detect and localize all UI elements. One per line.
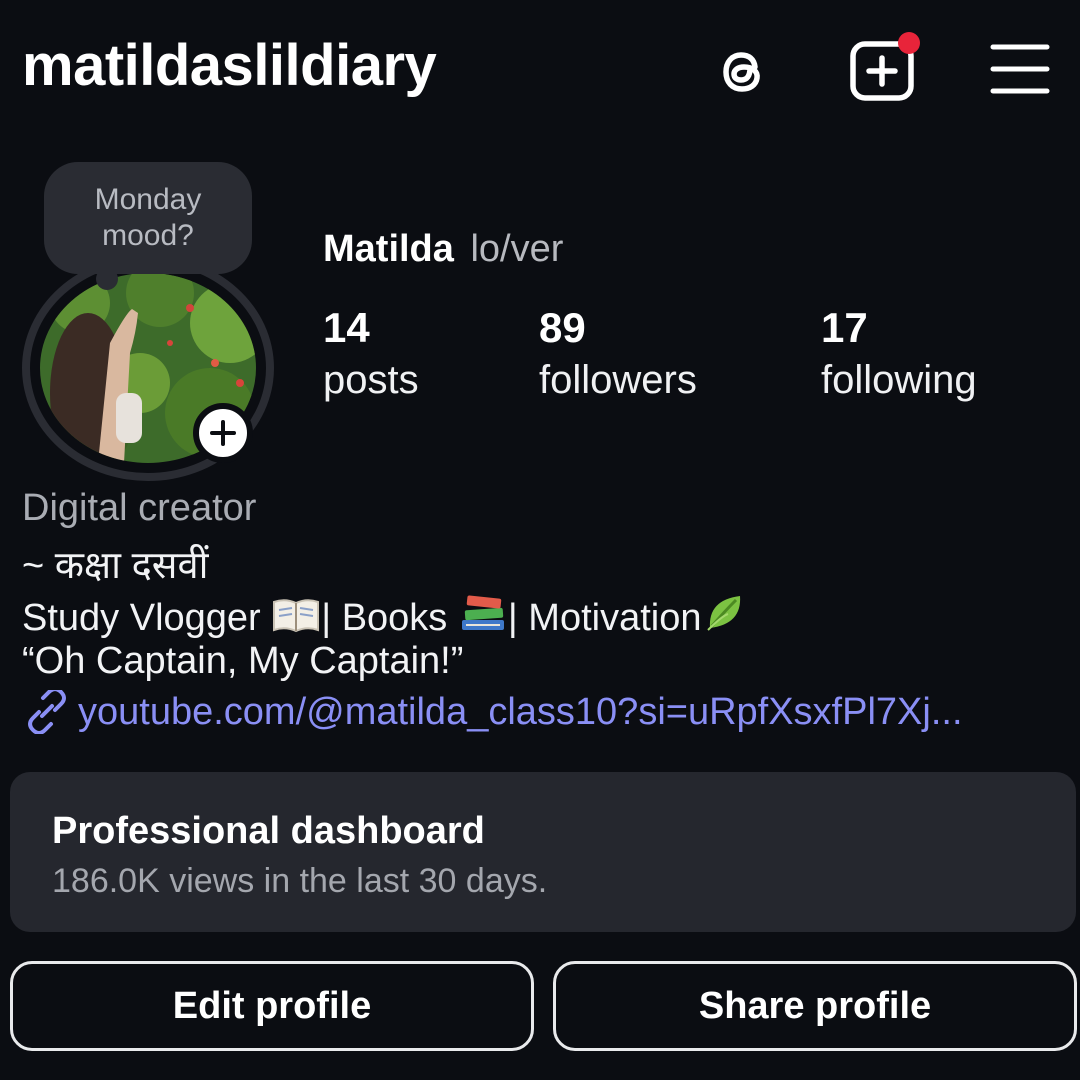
stat-following[interactable]: 17 following	[821, 306, 977, 410]
stat-label: posts	[323, 358, 419, 402]
stat-value: 89	[539, 304, 586, 351]
bio-text: | Books	[321, 597, 458, 639]
bio-text: Study Vlogger	[22, 597, 272, 639]
note-text: Monday mood?	[94, 183, 202, 252]
link-icon	[22, 690, 70, 734]
bio-text: | Motivation	[507, 597, 702, 639]
leaf-icon	[702, 590, 746, 644]
name-text: Matilda	[323, 228, 454, 270]
display-name: Matilda lo/ver	[323, 228, 563, 271]
stat-label: following	[821, 358, 977, 402]
dashboard-title: Professional dashboard	[52, 810, 485, 852]
note-bubble[interactable]: Monday mood?	[44, 162, 252, 274]
threads-icon[interactable]	[706, 36, 776, 106]
books-icon	[458, 592, 508, 644]
open-book-icon	[271, 596, 321, 644]
category-label: Digital creator	[22, 487, 257, 529]
link-text: youtube.com/@matilda_class10?si=uRpfXsxf…	[78, 690, 963, 733]
menu-icon[interactable]	[988, 40, 1052, 98]
username-title[interactable]: matildaslildiary	[22, 32, 437, 99]
dashboard-subtitle: 186.0K views in the last 30 days.	[52, 862, 548, 900]
pronouns-text: lo/ver	[470, 228, 564, 270]
create-post-icon[interactable]	[846, 32, 920, 104]
professional-dashboard-card[interactable]: Professional dashboard 186.0K views in t…	[10, 772, 1076, 932]
stat-label: followers	[539, 358, 697, 402]
bio-line-3: “Oh Captain, My Captain!”	[22, 640, 464, 682]
stat-followers[interactable]: 89 followers	[539, 306, 697, 410]
bio-line-2: Study Vlogger | Books | Motivation	[22, 590, 746, 644]
profile-screen: matildaslildiary Monday mood? Matilda lo…	[0, 0, 1080, 1080]
add-story-plus-icon[interactable]	[193, 403, 253, 463]
stat-value: 14	[323, 304, 370, 351]
edit-profile-button[interactable]: Edit profile	[10, 961, 534, 1051]
bio-link[interactable]: youtube.com/@matilda_class10?si=uRpfXsxf…	[22, 690, 963, 734]
stat-value: 17	[821, 304, 868, 351]
stat-posts[interactable]: 14 posts	[323, 306, 419, 410]
bio-line-1: ~ कक्षा दसवीं	[22, 545, 209, 587]
notification-dot	[898, 32, 920, 54]
share-profile-button[interactable]: Share profile	[553, 961, 1077, 1051]
